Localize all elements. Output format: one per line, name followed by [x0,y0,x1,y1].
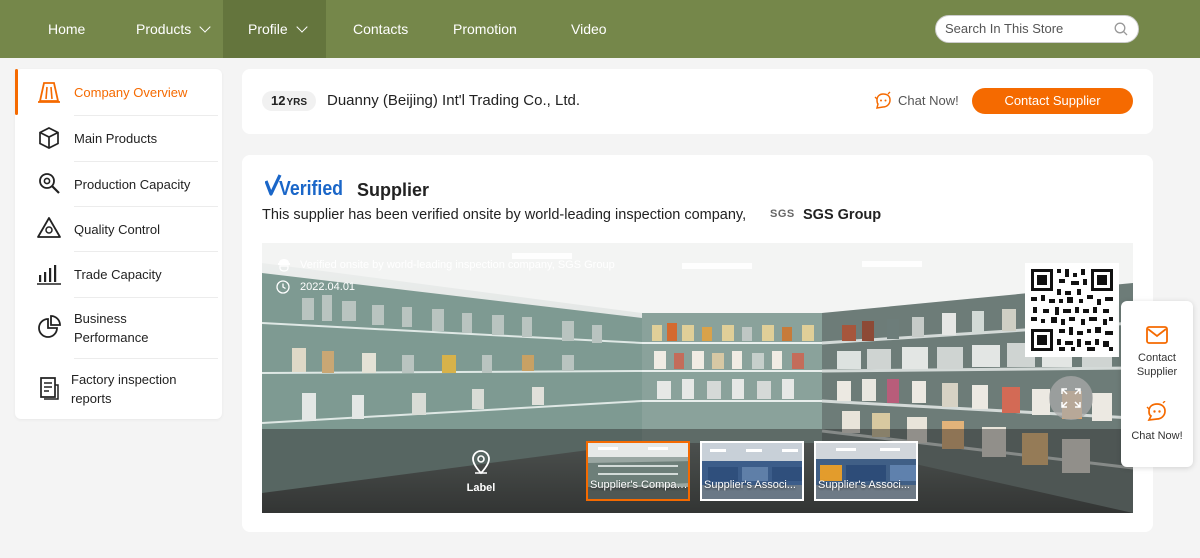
sidebar-item-label: Business Performance [74,311,149,345]
report-document-icon [40,377,59,400]
supplier-title: Supplier [357,180,430,200]
bar-chart-icon [37,265,61,285]
sidebar-item-label: Trade Capacity [74,267,162,282]
sidebar-item-quality-control[interactable]: Quality Control [15,206,222,251]
nav-profile-label: Profile [248,21,288,37]
thumbnail-image [816,443,916,499]
nav-home[interactable]: Home [48,0,85,58]
location-pin-icon [472,450,490,475]
profile-sidebar: Company Overview Main Products Productio… [15,69,222,419]
float-chat-label: Chat Now! [1131,430,1183,442]
sidebar-item-company-overview[interactable]: Company Overview [15,69,222,115]
factory-virtual-tour[interactable]: Verified onsite by world-leading inspect… [262,243,1133,513]
qr-code-image [1031,269,1113,351]
nav-video-label: Video [571,21,607,37]
nav-home-label: Home [48,21,86,37]
thumbnail-label: Supplier's Associ... [704,479,796,491]
inspector-name: SGS Group [803,207,882,223]
pie-chart-icon [38,315,61,338]
verified-logo: Verified [265,174,343,200]
sidebar-item-trade-capacity[interactable]: Trade Capacity [15,251,222,297]
nav-products-label: Products [136,21,192,37]
sidebar-item-production-capacity[interactable]: Production Capacity [15,161,222,206]
company-name: Duanny (Beijing) Int'l Trading Co., Ltd. [327,92,580,109]
nav-products[interactable]: Products [136,0,211,58]
nav-video[interactable]: Video [571,0,607,58]
nav-contacts-label: Contacts [353,21,409,37]
label-button[interactable]: Label [460,449,502,495]
inspector-icon [278,259,290,272]
chat-now-label: Chat Now! [898,93,959,108]
sidebar-item-factory-inspection-reports[interactable]: Factory inspection reports [15,358,222,419]
search-input[interactable] [945,21,1105,36]
store-search [935,15,1139,43]
sidebar-item-main-products[interactable]: Main Products [15,115,222,161]
sidebar-item-label: Main Products [74,131,158,146]
nav-contacts[interactable]: Contacts [353,0,408,58]
nav-profile[interactable]: Profile [223,0,326,58]
float-chat-now[interactable]: Chat Now! [1121,401,1193,443]
floating-contact-panel: Contact Supplier Chat Now! [1121,301,1193,467]
verified-logo-text: Verified [279,178,343,200]
search-icon[interactable] [1114,22,1128,36]
thumbnail-image [702,443,802,499]
chevron-down-icon [199,21,211,33]
chat-bubble-icon [1146,401,1166,422]
top-navigation-bar: Home Products Profile Contacts Promotion… [0,0,1200,58]
years-unit: YRS [286,97,308,108]
thumbnail-label: Supplier's Company... [590,479,688,491]
fullscreen-button[interactable] [1049,376,1093,420]
sidebar-item-business-performance[interactable]: Business Performance [15,297,222,358]
envelope-icon [1146,326,1168,344]
clock-icon [276,280,290,294]
tour-thumbnail[interactable]: Supplier's Company... [586,441,690,501]
contact-supplier-button[interactable]: Contact Supplier [972,88,1133,114]
cube-icon [39,127,59,149]
tour-navigation-strip [262,429,1133,513]
verified-description: This supplier has been verified onsite b… [262,207,747,223]
tour-thumbnail[interactable]: Supplier's Associ... [814,441,918,501]
magnifier-gear-icon [39,173,60,194]
inspection-date-text: 2022.04.01 [300,281,356,293]
thumbnail-image [588,443,688,499]
float-contact-supplier[interactable]: Contact Supplier [1121,325,1193,379]
inspection-note-text: Verified onsite by world-leading inspect… [300,259,615,271]
nav-promotion[interactable]: Promotion [453,0,517,58]
tour-thumbnail[interactable]: Supplier's Associ... [700,441,804,501]
sidebar-item-label: Factory inspection reports [71,372,177,406]
float-contact-label: Contact Supplier [1136,352,1178,378]
qr-code [1025,263,1119,357]
sidebar-item-label: Production Capacity [74,177,191,192]
sidebar-item-label: Company Overview [74,85,188,100]
expand-icon [1061,388,1081,408]
sgs-logo: SGS [770,208,795,220]
sidebar-item-label: Quality Control [74,222,160,237]
chevron-down-icon [296,21,308,33]
company-overview-icon [38,82,60,103]
years-value: 12 [271,93,286,108]
chat-bubble-icon [874,91,891,109]
warning-triangle-icon [37,217,61,238]
thumbnail-label: Supplier's Associ... [818,479,910,491]
nav-promotion-label: Promotion [453,21,517,37]
label-button-text: Label [466,482,496,494]
years-badge: 12YRS [262,91,317,111]
